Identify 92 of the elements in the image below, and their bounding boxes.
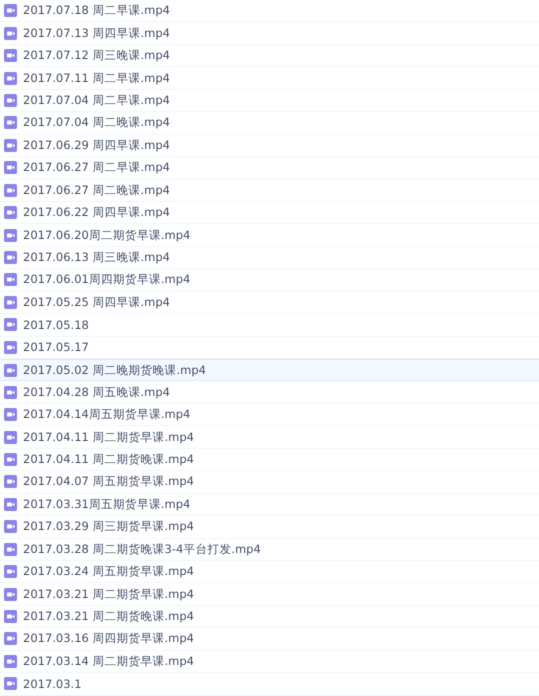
- video-file-icon: [4, 498, 17, 511]
- file-name: 2017.03.24 周五期货早课.mp4: [23, 564, 194, 580]
- file-row[interactable]: 2017.07.18 周二早课.mp4: [0, 0, 539, 22]
- video-file-icon: [4, 318, 17, 332]
- video-file-icon: [4, 184, 17, 197]
- file-row[interactable]: 2017.06.13 周三晚课.mp4: [0, 246, 539, 270]
- file-name: 2017.03.1: [23, 676, 82, 691]
- video-file-icon: [4, 364, 17, 377]
- file-name: 2017.06.20周二期货早课.mp4: [23, 228, 190, 243]
- file-name: 2017.03.31周五期货早课.mp4: [23, 496, 190, 512]
- file-row[interactable]: 2017.03.21 周二期货早课.mp4: [0, 583, 539, 606]
- video-file-icon: [4, 94, 17, 107]
- file-name: 2017.05.02 周二晚期货晚课.mp4: [23, 362, 206, 378]
- file-row[interactable]: 2017.07.13 周四早课.mp4: [0, 22, 539, 45]
- file-name: 2017.03.29 周三期货早课.mp4: [23, 519, 194, 534]
- video-file-icon: [4, 206, 17, 220]
- file-name: 2017.04.11 周二期货早课.mp4: [23, 430, 194, 445]
- file-name: 2017.06.13 周三晚课.mp4: [23, 250, 170, 266]
- file-name: 2017.05.25 周四早课.mp4: [23, 294, 170, 310]
- video-file-icon: [4, 340, 17, 354]
- file-row[interactable]: 2017.06.27 周二早课.mp4: [0, 157, 539, 180]
- video-file-icon: [4, 228, 17, 242]
- file-row[interactable]: 2017.07.04 周二早课.mp4: [0, 90, 539, 112]
- file-name: 2017.06.27 周二早课.mp4: [23, 160, 170, 176]
- file-row[interactable]: 2017.03.21 周二期货晚课.mp4: [0, 606, 539, 628]
- video-file-icon: [4, 475, 17, 488]
- video-file-icon: [4, 4, 17, 18]
- file-name: 2017.07.13 周四早课.mp4: [23, 26, 170, 41]
- file-name: 2017.03.21 周二期货晚课.mp4: [23, 609, 194, 624]
- video-file-icon: [4, 116, 17, 130]
- video-file-icon: [4, 452, 17, 466]
- video-file-icon: [4, 26, 17, 40]
- video-file-icon: [4, 138, 17, 152]
- file-row[interactable]: 2017.04.11 周二期货晚课.mp4: [0, 448, 539, 472]
- video-file-icon: [4, 520, 17, 534]
- file-row[interactable]: 2017.05.25 周四早课.mp4: [0, 292, 539, 314]
- file-row[interactable]: 2017.05.02 周二晚期货晚课.mp4: [0, 359, 539, 382]
- video-file-icon: [4, 72, 17, 85]
- file-name: 2017.04.28 周五晚课.mp4: [23, 384, 170, 400]
- file-row[interactable]: 2017.04.28 周五晚课.mp4: [0, 381, 539, 404]
- file-row[interactable]: 2017.04.07 周五期货早课.mp4: [0, 471, 539, 494]
- file-row[interactable]: 2017.03.14 周二期货早课.mp4: [0, 650, 539, 674]
- file-name: 2017.03.16 周四期货早课.mp4: [23, 631, 194, 646]
- file-row[interactable]: 2017.03.24 周五期货早课.mp4: [0, 560, 539, 584]
- video-file-icon: [4, 610, 17, 624]
- file-row[interactable]: 2017.06.20周二期货早课.mp4: [0, 224, 539, 247]
- file-name: 2017.06.27 周二晚课.mp4: [23, 182, 170, 198]
- file-row[interactable]: 2017.06.01周四期货早课.mp4: [0, 269, 539, 292]
- file-name: 2017.06.29 周四早课.mp4: [23, 138, 170, 153]
- video-file-icon: [4, 296, 17, 309]
- file-row[interactable]: 2017.04.11 周二期货早课.mp4: [0, 426, 539, 449]
- file-name: 2017.03.21 周二期货早课.mp4: [23, 586, 194, 602]
- file-name: 2017.07.11 周二早课.mp4: [23, 70, 170, 86]
- file-name: 2017.07.18 周二早课.mp4: [23, 3, 170, 18]
- video-file-icon: [4, 273, 17, 286]
- video-file-icon: [4, 588, 17, 601]
- video-file-icon: [4, 49, 17, 62]
- video-file-icon: [4, 408, 17, 422]
- file-row[interactable]: 2017.04.14周五期货早课.mp4: [0, 404, 539, 426]
- file-row[interactable]: 2017.03.31周五期货早课.mp4: [0, 494, 539, 516]
- file-name: 2017.04.11 周二期货晚课.mp4: [23, 452, 194, 467]
- file-row[interactable]: 2017.03.16 周四期货早课.mp4: [0, 628, 539, 651]
- video-file-icon: [4, 677, 17, 690]
- file-name: 2017.07.12 周三晚课.mp4: [23, 48, 170, 64]
- file-row[interactable]: 2017.07.11 周二早课.mp4: [0, 67, 539, 90]
- file-row[interactable]: 2017.05.18: [0, 314, 539, 337]
- file-row[interactable]: 2017.03.1: [0, 673, 539, 696]
- file-row[interactable]: 2017.03.29 周三期货早课.mp4: [0, 516, 539, 538]
- video-file-icon: [4, 386, 17, 399]
- file-row[interactable]: 2017.06.27 周二晚课.mp4: [0, 180, 539, 202]
- video-file-icon: [4, 430, 17, 444]
- file-name: 2017.06.22 周四早课.mp4: [23, 205, 170, 220]
- file-row[interactable]: 2017.07.12 周三晚课.mp4: [0, 44, 539, 68]
- file-name: 2017.04.07 周五期货早课.mp4: [23, 474, 194, 490]
- file-name: 2017.07.04 周二晚课.mp4: [23, 115, 170, 130]
- file-name: 2017.05.17: [23, 340, 89, 354]
- file-row[interactable]: 2017.03.28 周二期货晚课3-4平台打发.mp4: [0, 538, 539, 561]
- file-name: 2017.03.14 周二期货早课.mp4: [23, 654, 194, 669]
- file-row[interactable]: 2017.06.22 周四早课.mp4: [0, 202, 539, 224]
- file-name: 2017.04.14周五期货早课.mp4: [23, 407, 190, 422]
- file-name: 2017.06.01周四期货早课.mp4: [23, 272, 190, 288]
- video-file-icon: [4, 565, 17, 578]
- video-file-icon: [4, 542, 17, 556]
- file-name: 2017.05.18: [23, 318, 89, 332]
- file-name: 2017.03.28 周二期货晚课3-4平台打发.mp4: [23, 542, 261, 557]
- file-row[interactable]: 2017.07.04 周二晚课.mp4: [0, 112, 539, 135]
- video-file-icon: [4, 251, 17, 264]
- file-name: 2017.07.04 周二早课.mp4: [23, 92, 170, 108]
- file-row[interactable]: 2017.06.29 周四早课.mp4: [0, 134, 539, 158]
- video-file-icon: [4, 161, 17, 174]
- video-file-icon: [4, 654, 17, 668]
- video-file-icon: [4, 632, 17, 646]
